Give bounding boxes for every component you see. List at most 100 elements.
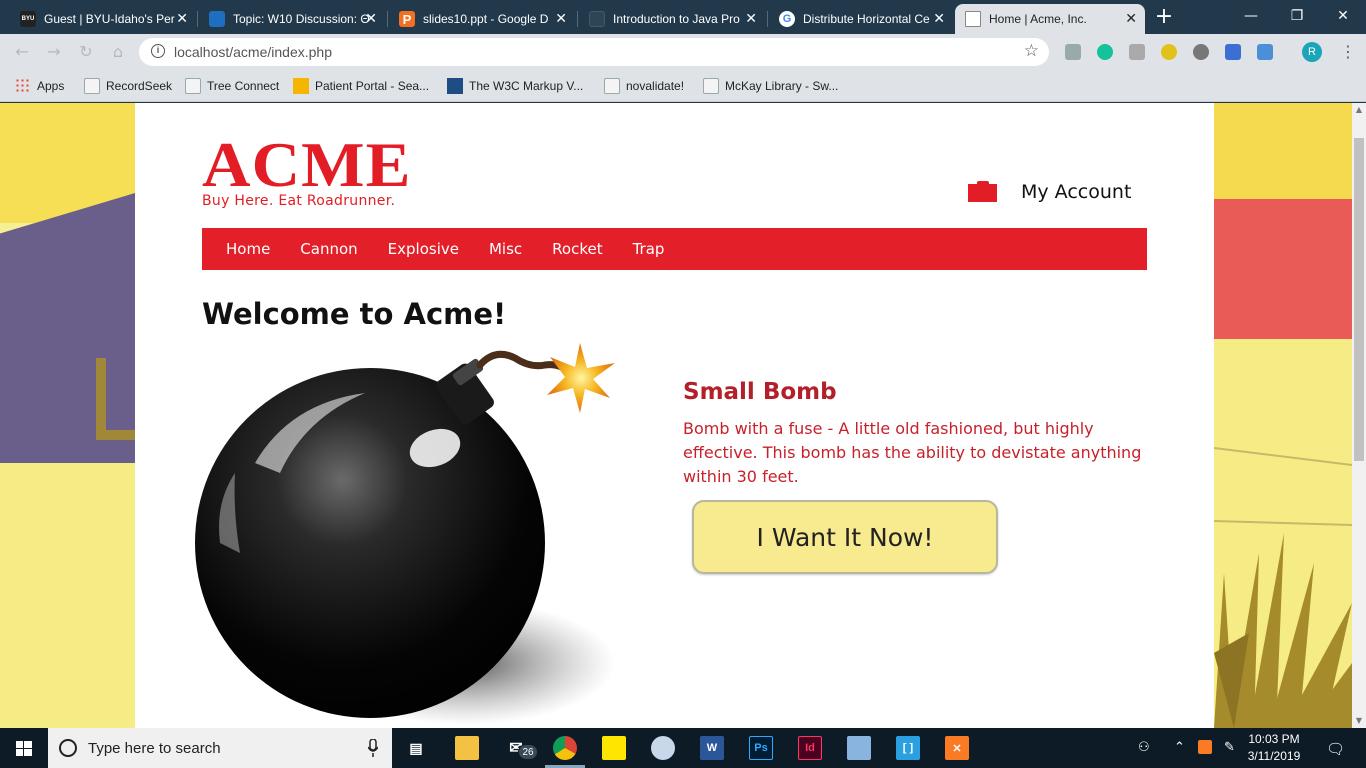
- browser-viewport: ACME Buy Here. Eat Roadrunner. My Accoun…: [0, 103, 1366, 728]
- indesign-icon[interactable]: Id: [798, 736, 822, 760]
- taskbar-search[interactable]: Type here to search: [48, 728, 392, 768]
- logo-wordmark: ACME: [202, 129, 412, 200]
- pen-icon[interactable]: ✎: [1224, 740, 1235, 755]
- page-icon: [703, 78, 719, 94]
- bookmark-item[interactable]: Patient Portal - Sea...: [293, 76, 429, 96]
- microphone-icon[interactable]: [368, 739, 378, 757]
- tab-divider: [577, 11, 578, 27]
- browser-tab[interactable]: Introduction to Java Pro ✕: [579, 4, 765, 34]
- system-clock[interactable]: 10:03 PM 3/11/2019: [1244, 731, 1304, 765]
- close-icon[interactable]: ✕: [1125, 11, 1137, 25]
- close-icon[interactable]: ✕: [933, 11, 945, 25]
- background-art: [1214, 199, 1352, 339]
- scroll-down-icon[interactable]: ▼: [1352, 714, 1366, 728]
- reload-button[interactable]: ↻: [76, 42, 96, 62]
- tab-title: Guest | BYU-Idaho's Per: [44, 12, 175, 26]
- my-account-link[interactable]: My Account: [968, 181, 1131, 203]
- more-menu-icon[interactable]: ⋮: [1340, 42, 1356, 62]
- bookmark-item[interactable]: McKay Library - Sw...: [703, 76, 838, 96]
- clock-date: 3/11/2019: [1247, 749, 1301, 763]
- canvas-icon: [209, 11, 225, 27]
- scrollbar-thumb[interactable]: [1354, 138, 1364, 461]
- close-icon[interactable]: ✕: [745, 11, 757, 25]
- back-button[interactable]: ←: [12, 42, 32, 62]
- restore-button[interactable]: ❐: [1274, 0, 1320, 32]
- mail-badge: 26: [518, 744, 538, 760]
- tab-divider: [387, 11, 388, 27]
- extension-gear-icon[interactable]: [1193, 44, 1209, 60]
- w3c-icon: [447, 78, 463, 94]
- extension-puzzle-icon[interactable]: [1225, 44, 1241, 60]
- bookmark-item[interactable]: The W3C Markup V...: [447, 76, 583, 96]
- bookmark-star-icon[interactable]: ☆: [1024, 41, 1039, 61]
- plus-cross-icon: [293, 78, 309, 94]
- sticky-notes-icon[interactable]: [602, 736, 626, 760]
- forward-button[interactable]: →: [44, 42, 64, 62]
- extension-printer-icon[interactable]: [1065, 44, 1081, 60]
- close-icon[interactable]: ✕: [176, 11, 188, 25]
- xampp-tray-icon[interactable]: [1198, 740, 1212, 754]
- product-description: Bomb with a fuse - A little old fashione…: [683, 419, 1142, 486]
- google-icon: G: [779, 11, 795, 27]
- browser-tab-active[interactable]: Home | Acme, Inc. ✕: [955, 4, 1145, 34]
- browser-tab[interactable]: BYU Guest | BYU-Idaho's Per ✕: [10, 4, 196, 34]
- page-icon: [965, 11, 981, 27]
- nav-home[interactable]: Home: [226, 240, 270, 258]
- bookmark-label: novalidate!: [626, 79, 685, 93]
- tab-title: Topic: W10 Discussion: Θ: [233, 12, 370, 26]
- brackets-icon[interactable]: [ ]: [896, 736, 920, 760]
- word-icon[interactable]: W: [700, 736, 724, 760]
- browser-tab[interactable]: Topic: W10 Discussion: Θ ✕: [199, 4, 385, 34]
- bookmark-item[interactable]: RecordSeek: [84, 76, 172, 96]
- profile-avatar[interactable]: R: [1302, 42, 1322, 62]
- page-icon: [185, 78, 201, 94]
- bookmark-apps[interactable]: Apps: [15, 76, 64, 96]
- close-icon[interactable]: ✕: [365, 11, 377, 25]
- acme-logo[interactable]: ACME Buy Here. Eat Roadrunner.: [202, 129, 417, 213]
- tab-title: Distribute Horizontal Ce: [803, 12, 930, 26]
- file-explorer-icon[interactable]: [455, 736, 479, 760]
- chevron-up-icon[interactable]: ⌃: [1174, 740, 1185, 755]
- xampp-icon[interactable]: ✕: [945, 736, 969, 760]
- page-icon: [604, 78, 620, 94]
- address-bar[interactable]: i localhost/acme/index.php ☆: [139, 38, 1049, 66]
- bookmark-label: Patient Portal - Sea...: [315, 79, 430, 93]
- nav-rocket[interactable]: Rocket: [552, 240, 602, 258]
- bookmark-item[interactable]: novalidate!: [604, 76, 684, 96]
- new-tab-button[interactable]: +: [1153, 6, 1175, 29]
- extension-r-icon[interactable]: [1129, 44, 1145, 60]
- close-icon[interactable]: ✕: [555, 11, 567, 25]
- task-view-icon[interactable]: ▤: [404, 736, 428, 760]
- my-account-label: My Account: [1021, 181, 1132, 203]
- extension-cube-icon[interactable]: [1257, 44, 1273, 60]
- photoshop-icon[interactable]: Ps: [749, 736, 773, 760]
- extension-grammarly-icon[interactable]: [1097, 44, 1113, 60]
- buy-now-button[interactable]: I Want It Now!: [692, 500, 998, 574]
- bookmarks-bar: Apps RecordSeek Tree Connect Patient Por…: [0, 70, 1366, 102]
- browser-tab[interactable]: G Distribute Horizontal Ce ✕: [769, 4, 953, 34]
- extension-badge-icon[interactable]: [1161, 44, 1177, 60]
- browser-tab[interactable]: P slides10.ppt - Google D ✕: [389, 4, 575, 34]
- windows-start-icon[interactable]: [0, 728, 48, 768]
- chrome-icon[interactable]: [553, 736, 577, 760]
- logo-tagline: Buy Here. Eat Roadrunner.: [202, 193, 396, 209]
- bookmark-item[interactable]: Tree Connect: [185, 76, 279, 96]
- nav-cannon[interactable]: Cannon: [300, 240, 357, 258]
- close-window-button[interactable]: ✕: [1320, 0, 1366, 32]
- minimize-button[interactable]: —: [1228, 0, 1274, 32]
- home-button[interactable]: ⌂: [108, 42, 128, 62]
- nav-misc[interactable]: Misc: [489, 240, 522, 258]
- nav-explosive[interactable]: Explosive: [388, 240, 459, 258]
- page-title: Welcome to Acme!: [202, 297, 507, 331]
- bookmark-label: Tree Connect: [207, 79, 280, 93]
- virtualbox-icon[interactable]: [847, 736, 871, 760]
- paint-icon[interactable]: [651, 736, 675, 760]
- info-icon[interactable]: i: [151, 44, 165, 58]
- address-url[interactable]: localhost/acme/index.php: [174, 44, 332, 60]
- nav-trap[interactable]: Trap: [633, 240, 665, 258]
- notifications-icon[interactable]: 🗨: [1326, 740, 1345, 758]
- page-scrollbar[interactable]: ▲ ▼: [1352, 103, 1366, 728]
- scroll-up-icon[interactable]: ▲: [1352, 103, 1366, 117]
- people-icon[interactable]: ⚇: [1138, 740, 1150, 755]
- acme-page: ACME Buy Here. Eat Roadrunner. My Accoun…: [135, 103, 1214, 728]
